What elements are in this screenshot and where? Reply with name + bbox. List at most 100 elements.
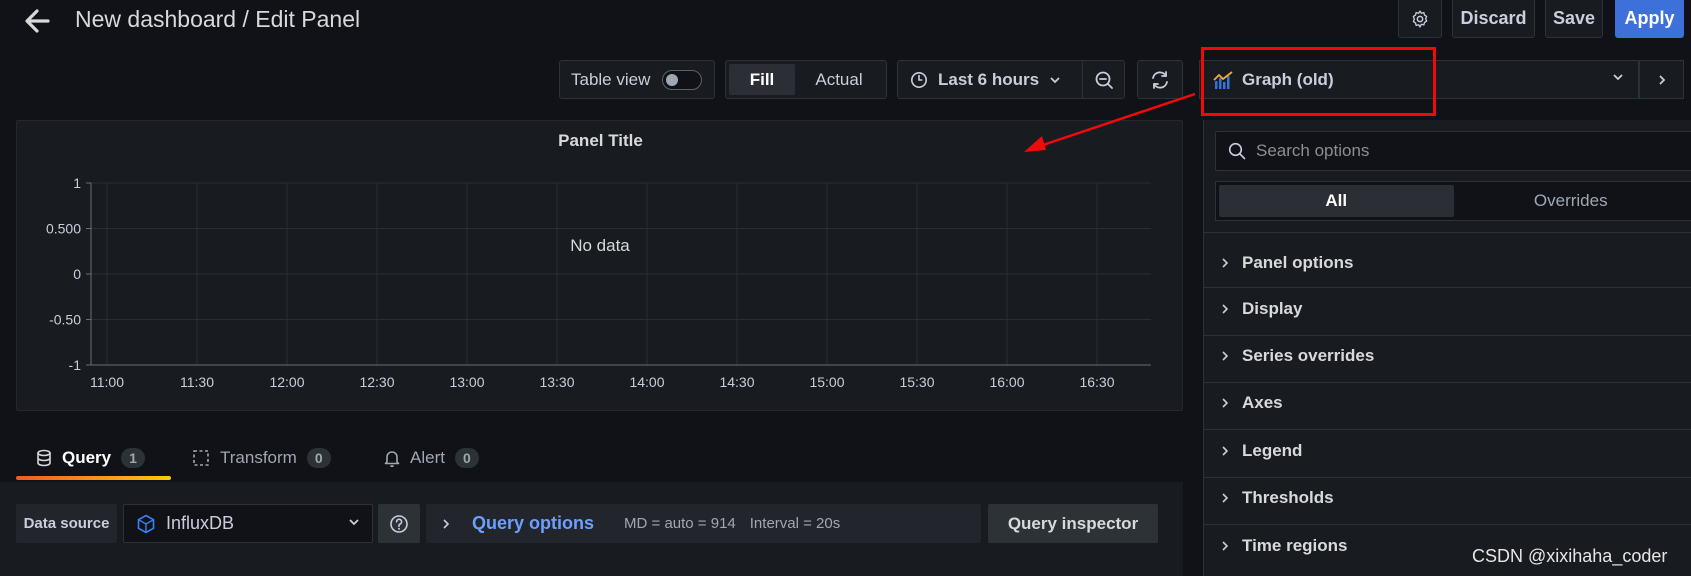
data-source-help-button[interactable] [378,504,420,543]
section-label: Axes [1242,393,1283,412]
watermark: CSDN @xixihaha_coder [1472,546,1668,566]
overrides-option[interactable]: Overrides [1454,185,1689,217]
divider [1203,429,1691,430]
section-label: Panel options [1242,253,1354,272]
y-tick-label: -1 [69,357,82,373]
chevron-down-icon [1612,71,1624,83]
search-options-field[interactable] [1215,131,1691,171]
y-tick-label: 0 [73,266,81,282]
table-view-label: Table view [571,69,651,89]
tab-transform-label: Transform [220,448,297,467]
database-icon [36,449,52,467]
chevron-right-icon [1220,397,1230,409]
tab-transform-count: 0 [306,448,331,468]
tab-alert-label: Alert [410,448,445,467]
query-options-bar[interactable]: Query options MD = auto = 914 Interval =… [426,504,981,543]
section-label: Series overrides [1242,346,1375,365]
tab-alert-count: 0 [454,448,479,468]
tab-query-label: Query [62,448,112,467]
divider [1203,287,1691,288]
influxdb-icon [136,514,156,534]
data-source-label: Data source [16,504,117,543]
x-tick-label: 16:00 [989,374,1024,390]
query-options-label[interactable]: Query options [472,513,594,534]
section-series-overrides[interactable]: Series overrides [1220,346,1374,366]
x-tick-label: 12:00 [269,374,304,390]
divider [1203,382,1691,383]
divider [1203,524,1691,525]
dashboard-settings-button[interactable] [1398,0,1442,38]
table-view-toggle[interactable]: Table view [559,60,715,99]
page-title: New dashboard / Edit Panel [75,6,361,32]
chevron-down-icon [348,516,360,528]
collapse-options-button[interactable] [1639,60,1684,99]
clock-icon [910,71,928,89]
data-source-select[interactable]: InfluxDB [123,504,373,543]
tab-alert[interactable]: Alert 0 [384,448,479,468]
query-inspector-button[interactable]: Query inspector [988,504,1158,543]
chevron-right-icon [1220,303,1230,315]
section-legend[interactable]: Legend [1220,441,1302,461]
no-data-label: No data [570,236,630,255]
all-option[interactable]: All [1219,185,1454,217]
tab-query[interactable]: Query 1 [36,448,145,468]
options-filter-switch[interactable]: All Overrides [1215,181,1691,221]
discard-button[interactable]: Discard [1452,0,1535,38]
x-tick-label: 16:30 [1079,374,1114,390]
x-tick-label: 14:30 [719,374,754,390]
graph-chart: 1 0.500 0 -0.50 -1 11:00 11:30 12:00 12:30 13:00 1… [46,175,1151,390]
search-options-input[interactable] [1256,141,1656,161]
time-range-label: Last 6 hours [938,69,1040,89]
chevron-right-icon [1656,74,1668,86]
x-tick-label: 13:30 [539,374,574,390]
chevron-right-icon [1220,492,1230,504]
x-tick-label: 15:30 [899,374,934,390]
max-data-points: MD = auto = 914 [624,515,736,532]
fill-actual-switch[interactable]: Fill Actual [725,60,887,99]
bell-icon [384,449,400,467]
section-label: Display [1242,299,1303,318]
chevron-right-icon [1220,257,1230,269]
divider [1203,232,1691,233]
question-icon [389,514,409,534]
section-thresholds[interactable]: Thresholds [1220,488,1334,508]
highlight-box [1201,47,1436,116]
section-axes[interactable]: Axes [1220,393,1283,413]
divider [1203,477,1691,478]
save-button[interactable]: Save [1545,0,1603,38]
chevron-right-icon [1220,540,1230,552]
x-tick-label: 14:00 [629,374,664,390]
zoom-out-icon [1094,70,1114,90]
y-tick-label: -0.50 [49,312,81,328]
interval-value: Interval = 20s [749,515,841,532]
actual-option[interactable]: Actual [795,64,883,95]
chevron-down-icon [1049,74,1061,86]
y-tick-label: 0.500 [46,221,81,237]
x-tick-label: 15:00 [809,374,844,390]
y-tick-label: 1 [73,175,81,191]
back-arrow-icon[interactable] [22,4,52,38]
x-tick-label: 12:30 [359,374,394,390]
transform-icon [192,449,210,467]
tab-transform[interactable]: Transform 0 [192,448,331,468]
active-tab-indicator [16,476,171,480]
chevron-right-icon [1220,350,1230,362]
section-display[interactable]: Display [1220,299,1302,319]
x-tick-label: 11:30 [180,374,214,390]
toggle-switch[interactable] [662,69,703,90]
section-label: Legend [1242,441,1303,460]
data-source-value: InfluxDB [166,513,235,533]
section-panel-options[interactable]: Panel options [1220,253,1353,273]
section-label: Thresholds [1242,488,1334,507]
section-label: Time regions [1242,536,1348,555]
section-time-regions[interactable]: Time regions [1220,536,1348,556]
apply-button[interactable]: Apply [1615,0,1684,38]
divider [1203,335,1691,336]
x-tick-label: 13:00 [449,374,484,390]
annotation-arrow [1024,92,1196,152]
chevron-right-icon [440,518,452,530]
refresh-icon [1149,69,1171,91]
gear-icon [1410,9,1430,29]
fill-option[interactable]: Fill [729,64,795,95]
panel-preview: Panel Title 1 0.500 0 -0.50 -1 11:00 11:30 12:0… [16,120,1183,411]
